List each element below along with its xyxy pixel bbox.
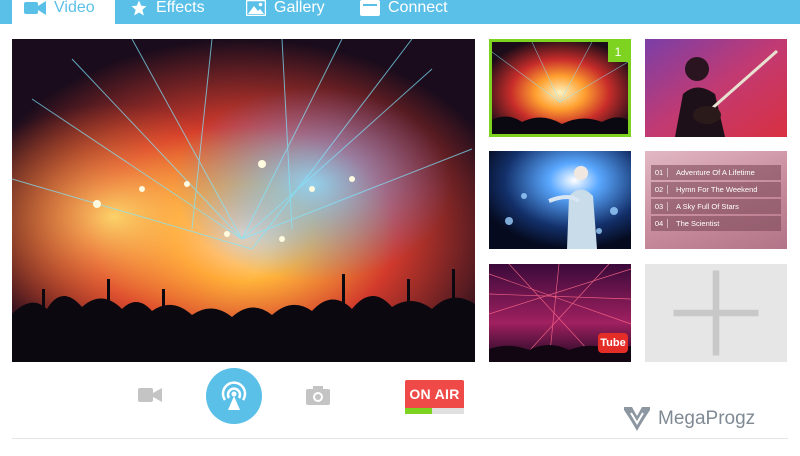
tab-connect-label: Connect — [388, 0, 448, 16]
selected-badge: 1 — [608, 42, 628, 62]
playlist-number: 04 — [651, 219, 668, 228]
thumbnail-playlist[interactable]: 01 Adventure Of A Lifetime 02 Hymn For T… — [645, 151, 787, 249]
watermark-text: MegaProgz — [658, 408, 756, 429]
singer-thumb-image — [489, 151, 631, 249]
tab-gallery[interactable]: Gallery — [234, 0, 344, 24]
guitarist-thumb-image — [645, 39, 787, 137]
broadcast-icon — [221, 381, 247, 410]
thumbnail-singer[interactable] — [489, 151, 631, 249]
tab-effects[interactable]: Effects — [118, 0, 228, 24]
thumbnail-guitarist[interactable] — [645, 39, 787, 137]
concert-image — [12, 39, 475, 362]
video-camera-icon — [24, 0, 46, 15]
camera-icon — [306, 386, 330, 405]
tab-effects-label: Effects — [156, 0, 205, 16]
youtube-logo-label: Tube — [600, 337, 626, 349]
on-air-button[interactable]: ON AIR — [405, 380, 464, 416]
video-record-button[interactable] — [136, 383, 164, 407]
on-air-level-meter — [405, 408, 464, 414]
thumbnail-youtube[interactable]: Tube — [489, 264, 631, 362]
top-tab-bar: Video Effects Gallery Connect — [0, 0, 800, 24]
playlist-title: Hymn For The Weekend — [676, 185, 758, 194]
megaprogz-logo-icon — [624, 407, 650, 431]
thumbnail-concert-selected[interactable]: 1 — [489, 39, 631, 137]
live-video-preview[interactable] — [12, 39, 475, 362]
watermark: MegaProgz — [622, 404, 755, 434]
image-icon — [246, 0, 266, 16]
playlist-item[interactable]: 02 Hymn For The Weekend — [651, 182, 781, 197]
tab-connect[interactable]: Connect — [348, 0, 468, 24]
playlist-number: 01 — [651, 168, 668, 177]
on-air-label: ON AIR — [405, 380, 464, 408]
playlist-item[interactable]: 01 Adventure Of A Lifetime — [651, 165, 781, 180]
playlist-number: 02 — [651, 185, 668, 194]
plus-icon — [673, 270, 759, 356]
tab-gallery-label: Gallery — [274, 0, 325, 16]
divider — [12, 438, 788, 439]
youtube-logo: Tube — [598, 333, 628, 353]
tab-video[interactable]: Video — [12, 0, 115, 24]
playlist-item[interactable]: 04 The Scientist — [651, 216, 781, 231]
add-source-button[interactable] — [645, 264, 787, 362]
playlist-title: A Sky Full Of Stars — [676, 202, 739, 211]
snapshot-button[interactable] — [304, 382, 332, 408]
playlist-title: Adventure Of A Lifetime — [676, 168, 755, 177]
tab-video-label: Video — [54, 0, 95, 16]
broadcast-button[interactable] — [206, 368, 262, 424]
connect-icon — [360, 0, 380, 16]
star-icon — [131, 0, 147, 15]
playlist-title: The Scientist — [676, 219, 720, 228]
playlist-number: 03 — [651, 202, 668, 211]
video-camera-icon — [138, 388, 162, 402]
on-air-level-fill — [405, 408, 432, 414]
playlist-item[interactable]: 03 A Sky Full Of Stars — [651, 199, 781, 214]
